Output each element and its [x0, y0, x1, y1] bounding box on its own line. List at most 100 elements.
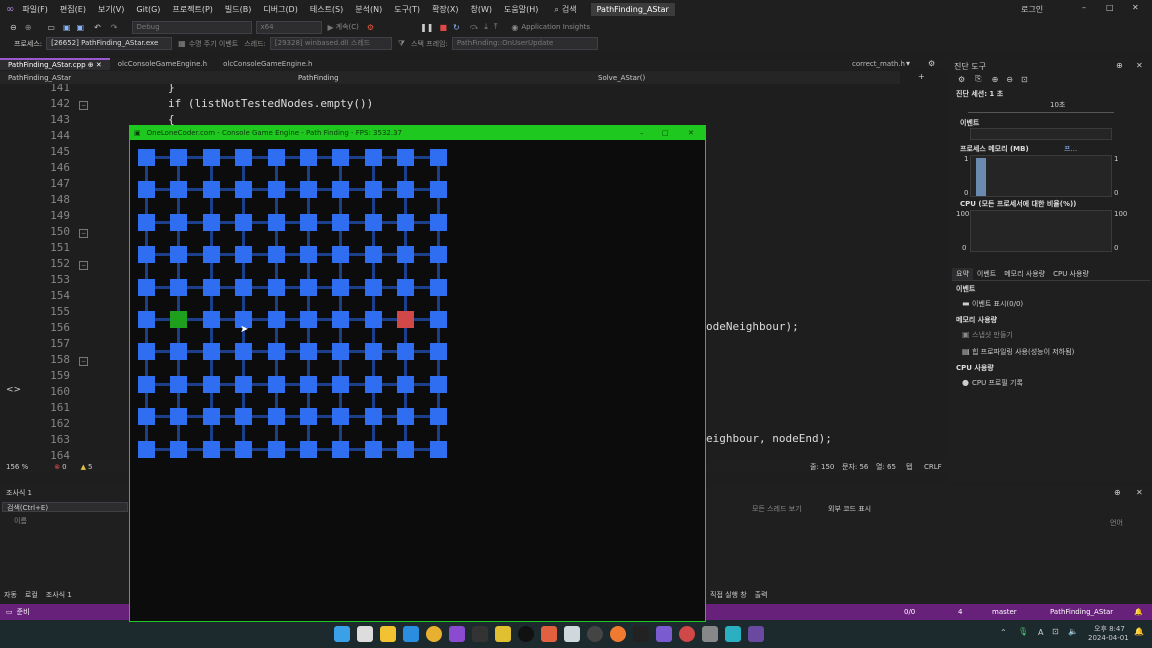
reset-zoom-icon[interactable]: ⊡ — [1021, 75, 1028, 84]
fold-toggle-icon[interactable]: − — [79, 101, 88, 110]
maximize-button[interactable]: □ — [1106, 3, 1114, 12]
external-code-button[interactable]: 외부 코드 표시 — [828, 504, 871, 514]
grid-node[interactable] — [267, 278, 285, 296]
menu-item[interactable]: 프로젝트(P) — [172, 4, 213, 15]
save-icon[interactable]: ▣ — [63, 23, 71, 32]
github-icon[interactable] — [586, 626, 603, 642]
grid-node[interactable] — [170, 278, 188, 296]
fold-toggle-icon[interactable]: − — [79, 229, 88, 238]
line-ending[interactable]: CRLF — [924, 463, 942, 471]
grid-node[interactable] — [267, 181, 285, 199]
pin-panel2-icon[interactable]: ⊕ — [1114, 488, 1121, 497]
grid-node[interactable] — [364, 408, 382, 426]
console-close-button[interactable]: ✕ — [688, 126, 694, 140]
network-icon[interactable]: ⊡ — [1052, 627, 1059, 636]
continue-button[interactable]: 계속(C) — [336, 22, 359, 32]
grid-node[interactable] — [364, 278, 382, 296]
stack-frame-select[interactable]: PathFinding::OnUserUpdate — [451, 37, 598, 50]
grid-node[interactable] — [235, 375, 253, 393]
grid-node[interactable] — [364, 149, 382, 166]
step-out-icon[interactable]: ⤒ — [494, 22, 498, 32]
grid-node[interactable] — [267, 343, 285, 361]
undo-icon[interactable]: ↶ — [94, 23, 101, 32]
grid-node[interactable] — [332, 440, 350, 458]
minimize-button[interactable]: – — [1082, 3, 1086, 12]
grid-node[interactable] — [202, 408, 220, 426]
pathfinding-grid[interactable] — [138, 149, 448, 461]
cpu-chart[interactable] — [970, 210, 1112, 252]
grid-node[interactable] — [202, 311, 220, 328]
grid-node[interactable] — [300, 246, 317, 264]
menu-item[interactable]: 도구(T) — [394, 4, 420, 15]
visual-studio-icon[interactable] — [448, 626, 465, 642]
tray-mic-icon[interactable]: 🎙 — [1018, 627, 1028, 636]
vs-code-icon[interactable] — [655, 626, 672, 642]
fold-toggle-icon[interactable]: − — [79, 357, 88, 366]
stop-icon[interactable]: ■ — [439, 23, 447, 32]
timeline-ruler[interactable]: 10초 — [968, 100, 1114, 113]
grid-node[interactable] — [138, 311, 155, 328]
warning-icon[interactable]: ▲ — [81, 463, 86, 471]
grid-node[interactable] — [364, 343, 382, 361]
grid-node[interactable] — [364, 181, 382, 199]
tab-correct-math[interactable]: correct_math.h — [844, 58, 913, 70]
file-explorer-icon[interactable] — [379, 626, 396, 642]
grid-node[interactable] — [235, 246, 253, 264]
grid-node[interactable] — [202, 246, 220, 264]
volume-icon[interactable]: 🔈 — [1068, 627, 1078, 636]
error-icon[interactable]: ⊗ — [54, 463, 60, 471]
unreal-icon[interactable] — [517, 626, 534, 642]
tab-cpu[interactable]: CPU 사용량 — [1049, 268, 1093, 280]
grid-node[interactable] — [332, 246, 350, 264]
method-combo[interactable]: Solve_AStar() — [598, 74, 645, 82]
grid-node[interactable] — [429, 278, 447, 296]
grid-node[interactable] — [397, 213, 415, 231]
console-window[interactable]: ▣ OneLoneCoder.com - Console Game Engine… — [129, 125, 706, 622]
grid-node[interactable] — [170, 343, 188, 361]
all-threads-button[interactable]: 모든 스레드 보기 — [752, 504, 802, 514]
grid-node[interactable] — [138, 181, 155, 199]
notepad-icon[interactable] — [724, 626, 741, 642]
tab-olc-engine-1[interactable]: olcConsoleGameEngine.h — [110, 58, 215, 70]
record-cpu-profile-button[interactable]: CPU 프로필 기록 — [972, 378, 1023, 388]
search-button[interactable]: 검색 — [562, 4, 577, 15]
store-icon[interactable] — [402, 626, 419, 642]
tab-mode[interactable]: 탭 — [906, 462, 912, 472]
grid-node[interactable] — [300, 343, 317, 361]
grid-node[interactable] — [202, 181, 220, 199]
grid-node[interactable] — [397, 278, 415, 296]
grid-node[interactable] — [429, 181, 447, 199]
settings-icon[interactable]: ⚙ — [958, 75, 965, 84]
step-into-icon[interactable]: ⤓ — [484, 22, 488, 32]
grid-node[interactable] — [300, 278, 317, 296]
tab-watch1[interactable]: 조사식 1 — [46, 590, 72, 600]
thread-select[interactable]: [29328] winbased.dll 스레드 — [269, 37, 392, 50]
grid-node[interactable] — [267, 246, 285, 264]
step-over-icon[interactable]: ⤼ — [470, 22, 479, 32]
restart-icon[interactable]: ↻ — [453, 23, 460, 32]
grid-node[interactable] — [332, 311, 350, 328]
forward-icon[interactable]: ⊕ — [25, 23, 32, 32]
grid-node[interactable] — [267, 375, 285, 393]
start-icon[interactable] — [333, 626, 350, 642]
grid-node[interactable] — [235, 343, 253, 361]
grid-node[interactable] — [235, 408, 253, 426]
peek-icon[interactable]: <> — [6, 385, 21, 395]
grid-node[interactable] — [300, 181, 317, 199]
tab-autos[interactable]: 자동 — [4, 590, 17, 600]
memory-chart[interactable] — [970, 155, 1112, 197]
grid-node[interactable] — [170, 181, 188, 199]
add-icon[interactable]: + — [918, 72, 925, 81]
platform-select[interactable]: x64 — [255, 20, 322, 34]
grid-node[interactable] — [364, 375, 382, 393]
save-all-icon[interactable]: ▣ — [77, 23, 85, 32]
grid-node[interactable] — [202, 375, 220, 393]
menu-item[interactable]: 창(W) — [471, 4, 493, 15]
pin-panel-icon[interactable]: ⊕ — [1116, 61, 1123, 70]
grid-node[interactable] — [332, 213, 350, 231]
grid-node[interactable] — [202, 213, 220, 231]
dropdown-chevron-icon[interactable]: ▾ — [906, 59, 910, 68]
grid-node[interactable] — [429, 149, 447, 166]
menu-item[interactable]: 편집(E) — [60, 4, 86, 15]
steam-icon[interactable] — [563, 626, 580, 642]
